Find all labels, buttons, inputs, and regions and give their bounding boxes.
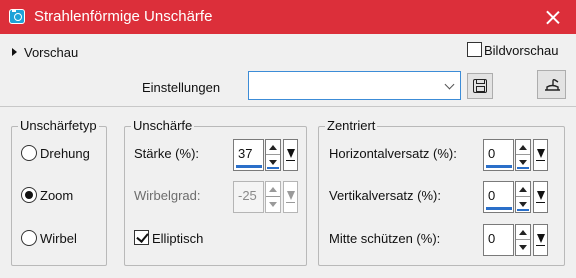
vertikal-updown[interactable] <box>515 181 531 213</box>
radio-zoom-label: Zoom <box>40 188 74 203</box>
staerke-spinner[interactable]: 37 <box>233 139 299 171</box>
arrow-down-icon[interactable] <box>516 140 530 170</box>
wirbelgrad-randomize-button <box>283 181 298 213</box>
separator <box>0 106 576 107</box>
presets-dropdown[interactable] <box>248 71 461 100</box>
arrow-down-icon[interactable] <box>516 225 530 255</box>
close-button[interactable] <box>530 0 576 34</box>
radio-zoom[interactable] <box>21 187 37 203</box>
center-legend: Zentriert <box>325 118 378 133</box>
save-preset-button[interactable] <box>467 73 493 99</box>
wirbelgrad-input: -25 <box>233 181 264 213</box>
horizontal-spinner[interactable]: 0 <box>483 139 549 171</box>
vertikal-randomize-button[interactable] <box>533 181 548 213</box>
mitte-updown[interactable] <box>515 224 531 256</box>
reset-icon <box>545 78 560 91</box>
horizontal-label: Horizontalversatz (%): <box>329 146 457 161</box>
horizontal-input[interactable]: 0 <box>483 139 514 171</box>
radio-wirbel[interactable] <box>21 230 37 246</box>
wirbelgrad-label: Wirbelgrad: <box>134 188 201 203</box>
reset-button[interactable] <box>537 70 566 99</box>
mitte-randomize-button[interactable] <box>533 224 548 256</box>
chevron-right-icon <box>12 48 17 56</box>
floppy-disk-icon <box>473 79 487 93</box>
vertikal-spinner[interactable]: 0 <box>483 181 549 213</box>
bildvorschau-label: Bildvorschau <box>484 43 559 58</box>
elliptisch-checkbox[interactable] <box>134 230 149 245</box>
horizontal-updown[interactable] <box>515 139 531 171</box>
arrow-down-icon[interactable] <box>516 182 530 212</box>
elliptisch-label: Elliptisch <box>152 231 204 246</box>
preview-label: Vorschau <box>24 44 79 60</box>
vertikal-input[interactable]: 0 <box>483 181 514 213</box>
bildvorschau-checkbox[interactable] <box>467 42 482 57</box>
arrow-down-icon[interactable] <box>266 140 280 170</box>
mitte-input[interactable]: 0 <box>483 224 514 256</box>
mitte-label: Mitte schützen (%): <box>329 231 441 246</box>
arrow-down-icon <box>266 182 280 212</box>
horizontal-randomize-button[interactable] <box>533 139 548 171</box>
radio-drehung[interactable] <box>21 145 37 161</box>
staerke-input[interactable]: 37 <box>233 139 264 171</box>
camera-icon <box>9 9 25 24</box>
blur-type-legend: Unschärfetyp <box>18 118 99 133</box>
radio-wirbel-label: Wirbel <box>40 231 77 246</box>
staerke-updown[interactable] <box>265 139 281 171</box>
wirbelgrad-updown <box>265 181 281 213</box>
presets-label: Einstellungen <box>142 80 221 95</box>
chevron-down-icon <box>444 79 455 90</box>
mitte-spinner[interactable]: 0 <box>483 224 549 256</box>
wirbelgrad-spinner: -25 <box>233 181 299 213</box>
title-bar: Strahlenförmige Unschärfe <box>0 0 576 34</box>
staerke-label: Stärke (%): <box>134 146 200 161</box>
vertikal-label: Vertikalversatz (%): <box>329 188 441 203</box>
radio-drehung-label: Drehung <box>40 146 90 161</box>
staerke-randomize-button[interactable] <box>283 139 298 171</box>
window-title: Strahlenförmige Unschärfe <box>34 8 213 25</box>
blur-legend: Unschärfe <box>131 118 195 133</box>
preview-expander[interactable]: Vorschau <box>12 44 78 60</box>
